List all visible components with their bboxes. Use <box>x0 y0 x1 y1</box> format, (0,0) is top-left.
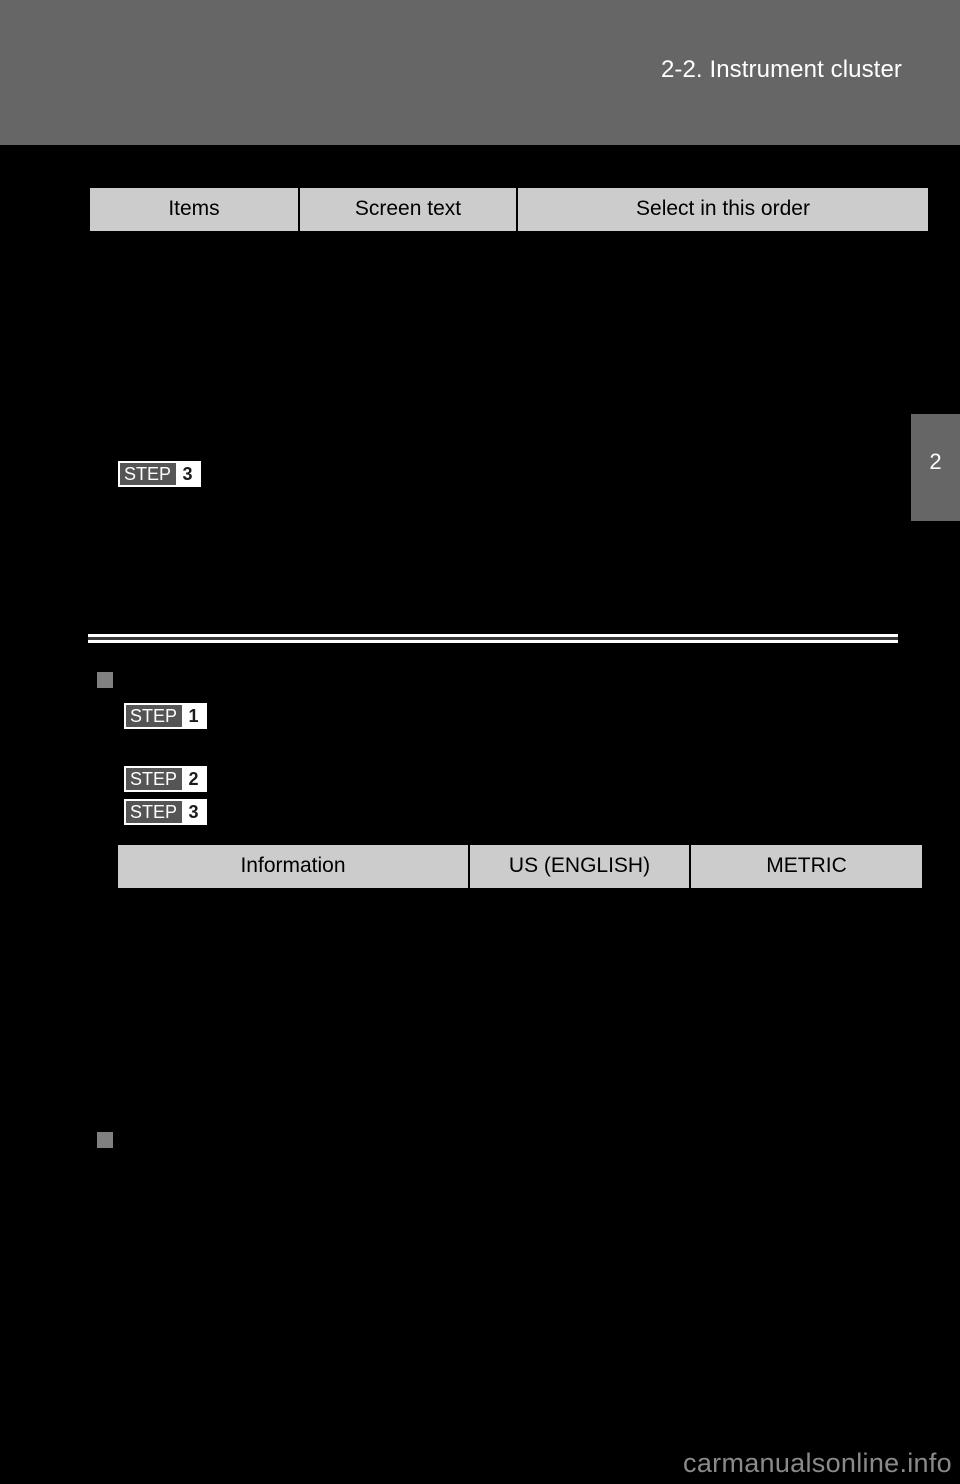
units-information-table: Information US (ENGLISH) METRIC <box>116 843 924 890</box>
step-badge-number: 2 <box>182 768 206 790</box>
column-header-metric: METRIC <box>689 843 924 890</box>
page-header-band: 2-2. Instrument cluster <box>0 0 960 145</box>
step-badge-number: 3 <box>176 463 200 485</box>
step-badge-label: STEP <box>126 705 183 727</box>
table-header-row: Items Screen text Select in this order <box>88 186 930 233</box>
step-badge-2: STEP 2 <box>124 766 208 792</box>
step-badge-label: STEP <box>120 463 177 485</box>
column-header-screen-text: Screen text <box>298 186 518 233</box>
column-header-items: Items <box>88 186 300 233</box>
step-badge-1: STEP 1 <box>124 703 208 729</box>
step-badge-number: 3 <box>182 801 206 823</box>
divider-line-bottom <box>88 640 898 643</box>
column-header-information: Information <box>116 843 470 890</box>
column-header-select-order: Select in this order <box>516 186 930 233</box>
page-title: 2-2. Instrument cluster <box>660 56 902 83</box>
step-badge-label: STEP <box>126 768 183 790</box>
table-header-row: Information US (ENGLISH) METRIC <box>116 843 924 890</box>
section-bullet-marker-first <box>97 672 113 688</box>
step-badge-number: 1 <box>182 705 206 727</box>
settings-items-table: Items Screen text Select in this order <box>88 186 930 233</box>
step-badge-3-lower: STEP 3 <box>124 799 208 825</box>
step-badge-3-upper: STEP 3 <box>118 461 202 487</box>
footer-watermark: carmanualsonline.info <box>683 1448 952 1478</box>
chapter-tab: 2 <box>911 414 960 521</box>
section-divider-rule <box>88 634 898 643</box>
step-badge-label: STEP <box>126 801 183 823</box>
chapter-tab-number: 2 <box>929 449 942 474</box>
column-header-us-english: US (ENGLISH) <box>468 843 691 890</box>
section-bullet-marker-second <box>97 1132 113 1148</box>
